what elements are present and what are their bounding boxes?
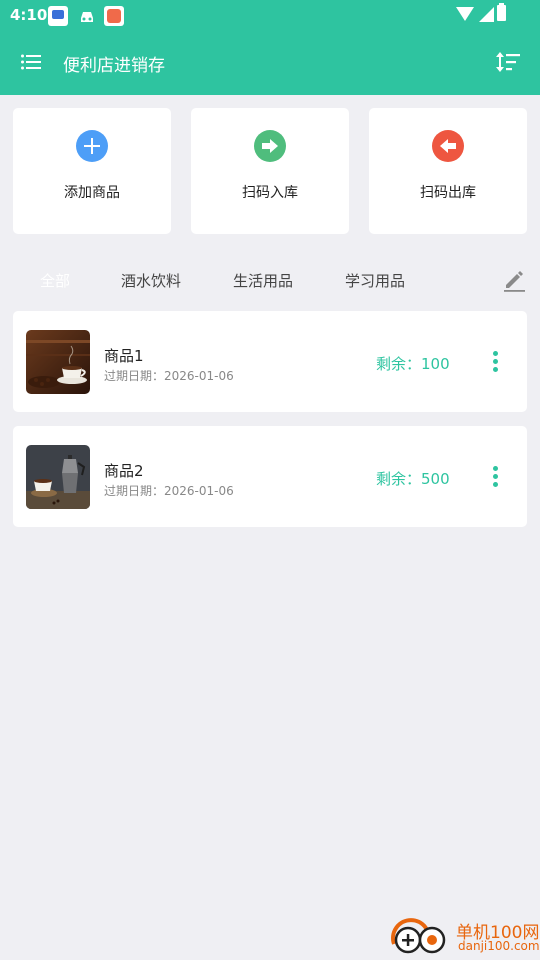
product-expiry: 过期日期：2026-01-06 [104,482,234,499]
tab-study-supplies[interactable]: 学习用品 [345,270,405,291]
app-title: 便利店进销存 [63,56,165,76]
add-product-label: 添加商品 [64,185,120,201]
product-card[interactable]: 商品2 过期日期：2026-01-06 剩余：500 [13,426,527,527]
wifi-icon [456,7,474,21]
scan-in-button[interactable]: 扫码入库 [191,108,349,234]
product-name: 商品2 [104,462,144,480]
edit-icon[interactable] [502,268,526,292]
status-time: 4:10 [10,6,48,24]
watermark: 单机100网 danji100.com [388,914,540,960]
car-notification-icon [77,6,97,26]
cellular-signal-icon [479,7,494,22]
coffee-cup-photo [26,330,90,394]
stock-label: 剩余： [376,470,422,488]
more-options-icon[interactable] [489,466,501,490]
health-notification-icon [104,6,124,26]
status-bar: 4:10 [0,0,540,32]
add-icon [76,130,108,162]
tab-daily-goods[interactable]: 生活用品 [233,270,293,291]
product-stock: 剩余：100 [376,353,450,374]
menu-icon[interactable] [21,54,41,70]
watermark-logo-icon [391,918,446,954]
app-notification-icon [48,6,68,26]
more-options-icon[interactable] [489,351,501,375]
category-tabs: 全部 酒水饮料 生活用品 学习用品 [0,262,540,298]
product-name: 商品1 [104,347,144,365]
tab-all[interactable]: 全部 [40,270,70,291]
expiry-label: 过期日期： [104,369,165,383]
scan-in-icon [254,130,286,162]
expiry-label: 过期日期： [104,484,165,498]
product-card[interactable]: 商品1 过期日期：2026-01-06 剩余：100 [13,311,527,412]
watermark-text-en: danji100.com [458,939,540,953]
scan-in-label: 扫码入库 [242,185,298,201]
product-stock: 剩余：500 [376,468,450,489]
stock-value: 500 [421,470,450,488]
scan-out-label: 扫码出库 [420,185,476,201]
add-product-button[interactable]: 添加商品 [13,108,171,234]
expiry-date: 2026-01-06 [164,484,234,498]
battery-icon [497,3,506,21]
expiry-date: 2026-01-06 [164,369,234,383]
scan-out-button[interactable]: 扫码出库 [369,108,527,234]
moka-pot-coffee-photo [26,445,90,509]
scan-out-icon [432,130,464,162]
app-header: 4:10 便利店进销存 [0,0,540,95]
stock-label: 剩余： [376,355,422,373]
sort-icon[interactable] [494,50,522,74]
tab-drinks[interactable]: 酒水饮料 [121,270,181,291]
product-expiry: 过期日期：2026-01-06 [104,367,234,384]
stock-value: 100 [421,355,450,373]
